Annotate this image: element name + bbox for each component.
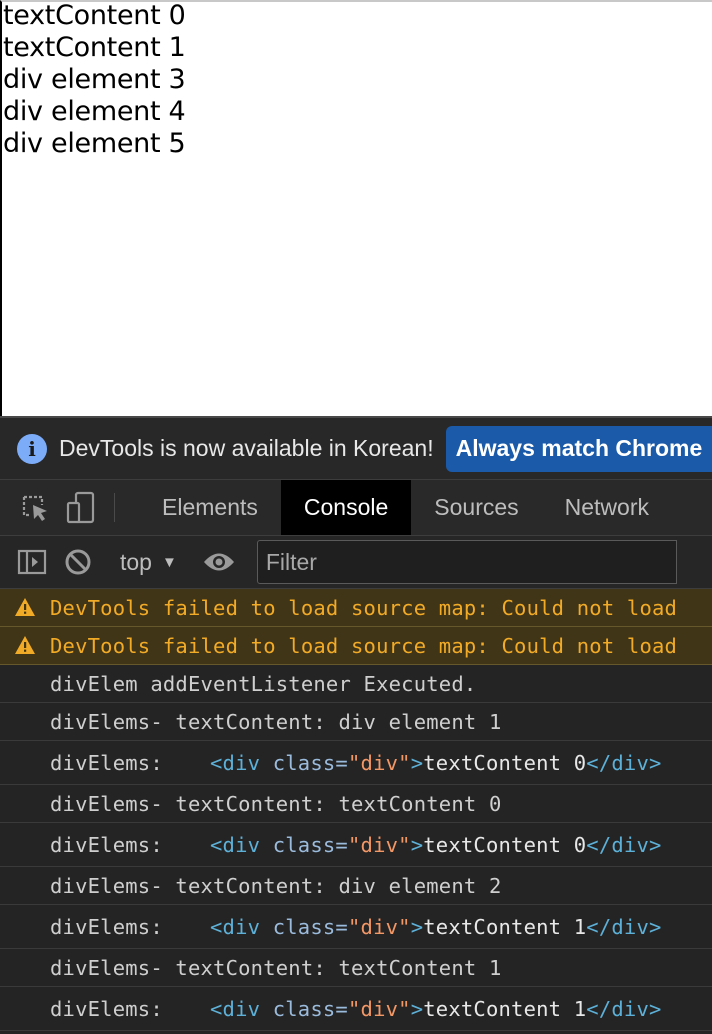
log-text: divElems- textContent: div element 1 — [50, 709, 502, 734]
context-selector-value: top — [120, 548, 152, 575]
language-infobar: i DevTools is now available in Korean! A… — [0, 418, 712, 480]
console-warning[interactable]: DevTools failed to load source map: Coul… — [0, 627, 712, 665]
node-text: textContent 1 — [423, 996, 587, 1021]
tag-bracket: > — [410, 914, 424, 939]
console-log[interactable]: divElems- textContent: div element 1 — [0, 703, 712, 741]
info-icon: i — [17, 433, 47, 464]
tag-close: </div> — [586, 914, 662, 939]
node-text: textContent 0 — [423, 750, 587, 775]
console-element-log[interactable]: divElems: <div class="div">textContent 0… — [0, 823, 712, 867]
page-text-line: div element 5 — [3, 128, 186, 159]
tag-open: <div — [210, 832, 261, 857]
console-toolbar: top ▼ — [0, 536, 712, 589]
tag-bracket: > — [410, 996, 424, 1021]
log-text: divElems- textContent: div element 2 — [50, 873, 502, 898]
device-toolbar-icon[interactable] — [58, 480, 104, 535]
tag-close: </div> — [586, 832, 662, 857]
tag-bracket: > — [410, 832, 424, 857]
attr-name: class= — [272, 914, 348, 939]
always-match-chrome-button[interactable]: Always match Chrome — [445, 425, 712, 472]
tag-open: <div — [210, 914, 261, 939]
attr-name: class= — [272, 750, 348, 775]
attr-value: "div" — [347, 996, 411, 1021]
tab-network[interactable]: Network — [542, 480, 672, 535]
attr-value: "div" — [347, 750, 411, 775]
console-element-log[interactable]: divElems: <div class="div">textContent 0… — [0, 741, 712, 785]
page-text-line: textContent 1 — [3, 32, 186, 63]
live-expression-eye-icon[interactable] — [200, 551, 238, 573]
page-viewport: textContent 0 textContent 1 div element … — [0, 0, 712, 416]
tab-elements[interactable]: Elements — [139, 480, 281, 535]
log-label: divElems: — [50, 914, 163, 939]
element-node[interactable]: <div class="div">textContent 0</div> — [210, 751, 662, 775]
clear-console-icon[interactable] — [55, 548, 101, 576]
warning-text: DevTools failed to load source map: Coul… — [50, 633, 678, 658]
node-text: textContent 0 — [423, 832, 587, 857]
log-label: divElems: — [50, 832, 163, 857]
attr-name: class= — [272, 832, 348, 857]
tag-close: </div> — [586, 996, 662, 1021]
log-text: divElems- textContent: textContent 1 — [50, 955, 502, 980]
node-text: textContent 1 — [423, 914, 587, 939]
element-node[interactable]: <div class="div">textContent 1</div> — [210, 915, 662, 939]
context-dropdown-icon: ▼ — [161, 553, 177, 571]
console-warning[interactable]: DevTools failed to load source map: Coul… — [0, 589, 712, 627]
console-messages: DevTools failed to load source map: Coul… — [0, 589, 712, 1031]
sidebar-toggle-icon[interactable] — [9, 549, 55, 575]
page-text-line: div element 4 — [3, 96, 186, 127]
log-label: divElems: — [50, 750, 163, 775]
console-log[interactable]: divElems- textContent: textContent 0 — [0, 785, 712, 823]
console-log[interactable]: divElems- textContent: textContent 1 — [0, 949, 712, 987]
tag-bracket: > — [410, 750, 424, 775]
attr-value: "div" — [347, 914, 411, 939]
tab-sources[interactable]: Sources — [411, 480, 541, 535]
tab-console[interactable]: Console — [280, 480, 412, 535]
warning-text: DevTools failed to load source map: Coul… — [50, 595, 678, 620]
tag-open: <div — [210, 750, 261, 775]
context-selector[interactable]: top ▼ — [114, 549, 183, 576]
attr-value: "div" — [347, 832, 411, 857]
log-text: divElem addEventListener Executed. — [50, 671, 477, 696]
attr-name: class= — [272, 996, 348, 1021]
tag-close: </div> — [586, 750, 662, 775]
console-log[interactable]: divElems- textContent: div element 2 — [0, 867, 712, 905]
console-filter-input[interactable] — [256, 540, 677, 584]
log-text: divElems- textContent: textContent 0 — [50, 791, 502, 816]
devtools-panel: i DevTools is now available in Korean! A… — [0, 416, 712, 1034]
devtools-tab-strip: Elements Console Sources Network — [0, 480, 712, 536]
warning-icon — [15, 598, 35, 616]
element-node[interactable]: <div class="div">textContent 1</div> — [210, 997, 662, 1021]
warning-icon — [15, 636, 35, 654]
console-log[interactable]: divElem addEventListener Executed. — [0, 665, 712, 703]
tag-open: <div — [210, 996, 261, 1021]
infobar-message: DevTools is now available in Korean! — [59, 435, 434, 461]
tab-divider — [114, 493, 115, 522]
element-node[interactable]: <div class="div">textContent 0</div> — [210, 833, 662, 857]
console-element-log[interactable]: divElems: <div class="div">textContent 1… — [0, 987, 712, 1031]
page-text-line: div element 3 — [3, 64, 186, 95]
inspect-element-icon[interactable] — [12, 480, 58, 535]
console-element-log[interactable]: divElems: <div class="div">textContent 1… — [0, 905, 712, 949]
log-label: divElems: — [50, 996, 163, 1021]
page-text-line: textContent 0 — [3, 0, 186, 31]
